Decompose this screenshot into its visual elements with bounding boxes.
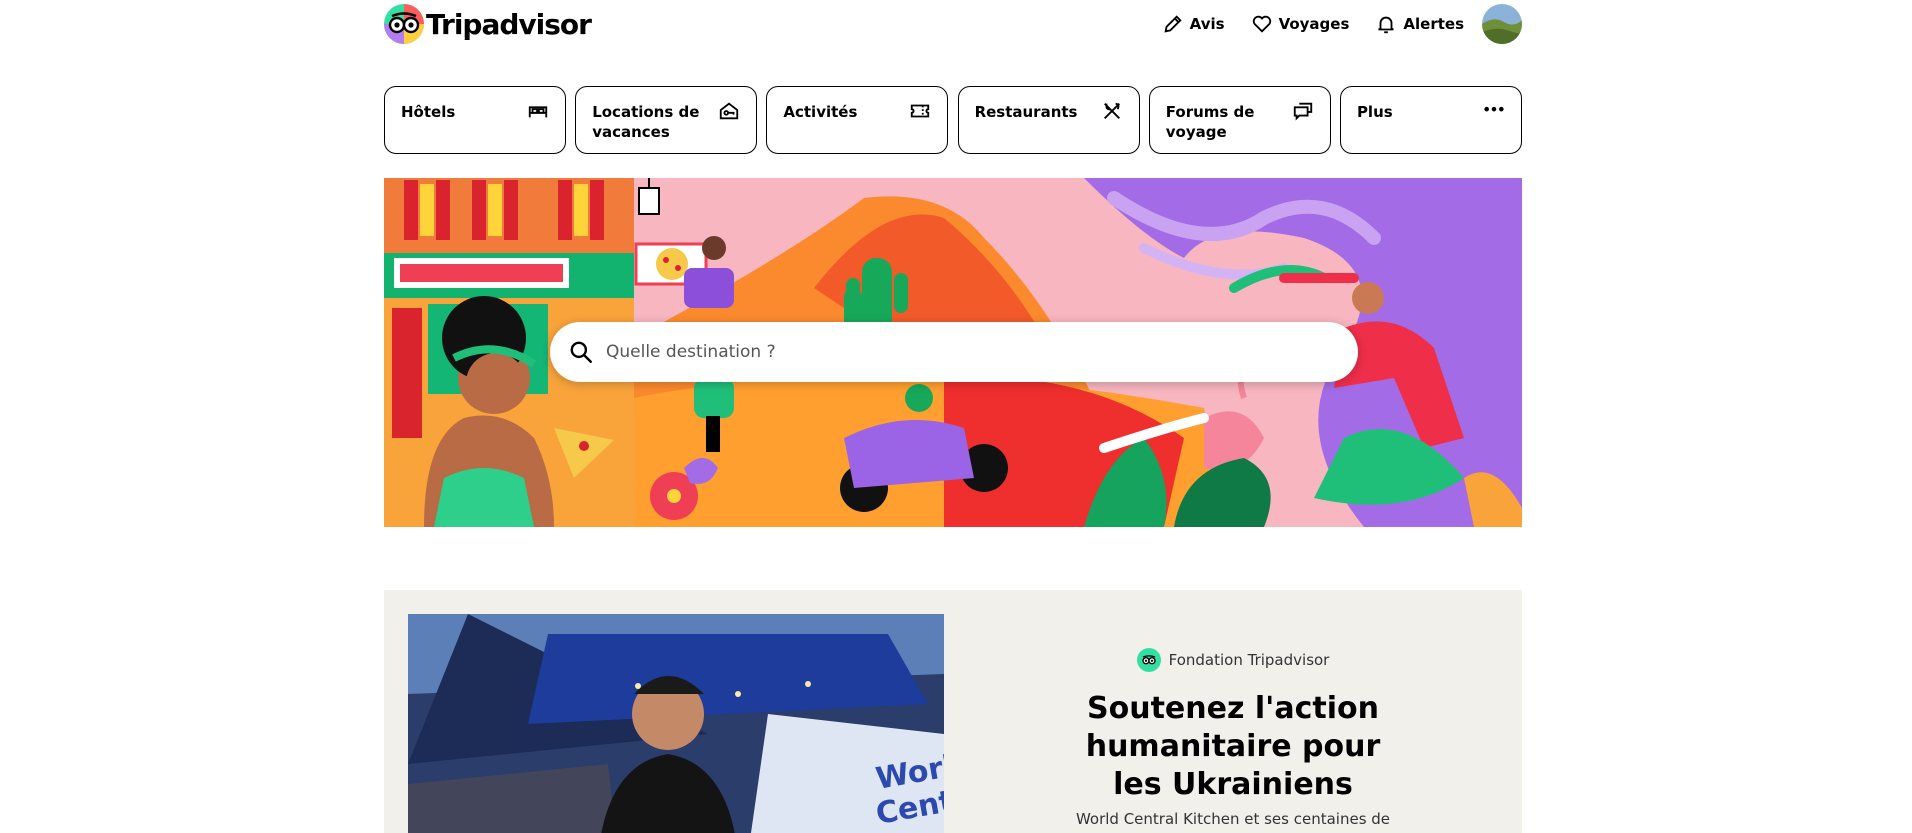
bed-icon — [528, 106, 548, 118]
house-key-icon — [720, 102, 739, 120]
header-nav: Avis Voyages Alertes — [1136, 4, 1522, 44]
volunteer-photo-image: World Cent — [408, 614, 944, 833]
nav-alertes[interactable]: Alertes — [1375, 13, 1464, 35]
category-restaurants[interactable]: Restaurants — [957, 86, 1140, 154]
search-icon — [570, 341, 592, 363]
nav-alertes-label: Alertes — [1403, 15, 1464, 33]
fork-knife-icon — [1103, 102, 1120, 119]
category-vacation-rentals[interactable]: Locations de vacances — [575, 86, 758, 154]
category-label: Restaurants — [974, 103, 1078, 121]
tripadvisor-logo[interactable]: Tripadvisor — [384, 4, 592, 44]
category-label: Plus — [1356, 103, 1393, 121]
foundation-label: Fondation Tripadvisor — [1168, 651, 1330, 669]
ticket-icon — [911, 104, 930, 118]
hero-banner — [384, 178, 1522, 527]
foundation-label-row: Fondation Tripadvisor — [944, 648, 1522, 672]
destination-search-input[interactable] — [606, 342, 1306, 362]
avatar-landscape-image — [1482, 4, 1522, 44]
category-forums[interactable]: Forums de voyage — [1148, 86, 1331, 154]
promo-photo: World Cent — [408, 614, 944, 833]
nav-avis-label: Avis — [1189, 15, 1225, 33]
chat-bubbles-icon — [1293, 102, 1312, 121]
site-header: Tripadvisor Avis Voyages Alertes — [384, 0, 1522, 48]
pencil-icon — [1164, 15, 1182, 33]
user-avatar[interactable] — [1482, 4, 1522, 44]
owl-logo-icon — [384, 4, 424, 44]
heart-icon — [1252, 15, 1271, 33]
foundation-promo: World Cent Fondation Tripadvisor Soutene… — [384, 590, 1522, 833]
promo-title: Soutenez l'action humanitaire pour les U… — [1085, 691, 1381, 802]
category-label: Activités — [783, 103, 858, 121]
destination-search[interactable] — [550, 322, 1358, 382]
foundation-owl-icon — [1136, 648, 1161, 672]
category-tiles: Hôtels Locations de vacances Activités R… — [384, 86, 1522, 154]
category-label: Forums de voyage — [1165, 103, 1255, 141]
category-activities[interactable]: Activités — [766, 86, 949, 154]
category-label: Hôtels — [401, 103, 456, 121]
more-dots-icon — [1484, 106, 1504, 112]
nav-avis[interactable]: Avis — [1162, 13, 1225, 35]
brand-name: Tripadvisor — [426, 7, 592, 41]
nav-voyages[interactable]: Voyages — [1251, 13, 1350, 35]
nav-voyages-label: Voyages — [1278, 15, 1350, 33]
category-more[interactable]: Plus — [1339, 86, 1522, 154]
bell-icon — [1378, 16, 1395, 34]
promo-body: World Central Kitchen et ses centaines d… — [1075, 810, 1391, 828]
category-label: Locations de vacances — [592, 103, 700, 141]
category-hotels[interactable]: Hôtels — [384, 86, 566, 154]
